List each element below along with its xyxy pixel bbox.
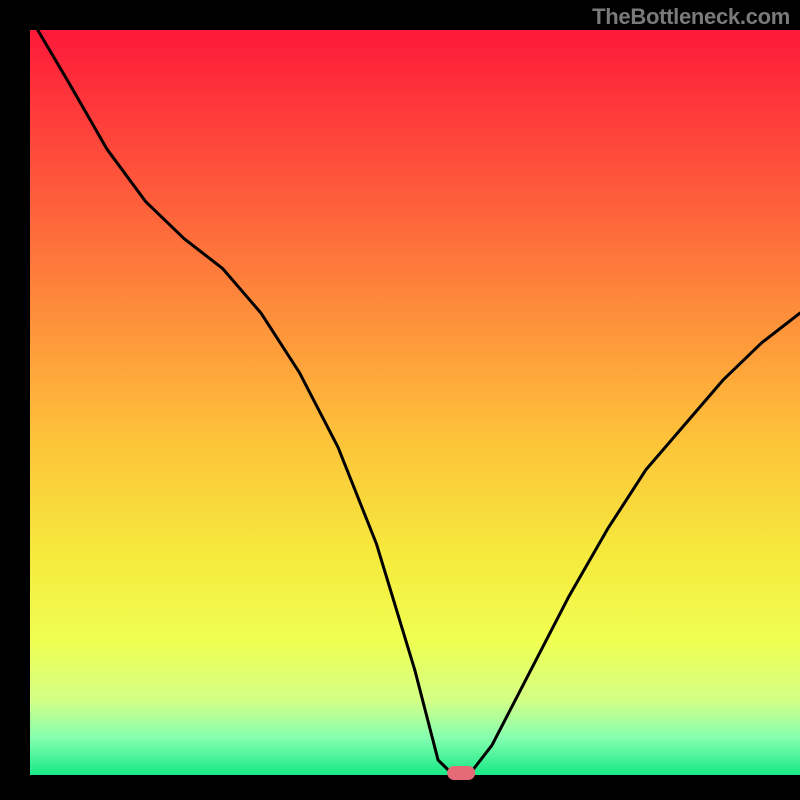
- optimal-marker: [447, 766, 475, 780]
- bottleneck-chart: [0, 0, 800, 800]
- attribution-text: TheBottleneck.com: [592, 4, 790, 30]
- chart-frame: TheBottleneck.com: [0, 0, 800, 800]
- plot-background: [30, 30, 800, 775]
